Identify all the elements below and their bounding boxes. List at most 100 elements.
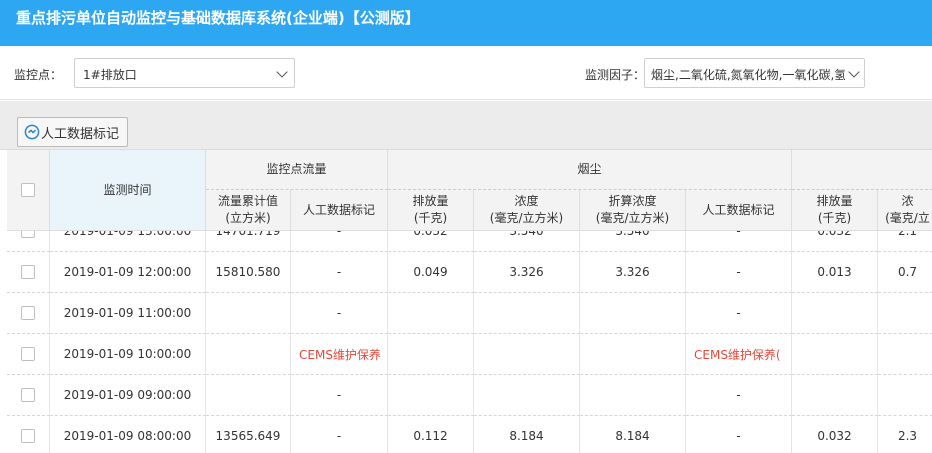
row-checkbox[interactable] (21, 306, 35, 320)
chevron-down-icon (276, 66, 288, 78)
monitor-point-label: 监控点： (14, 68, 63, 82)
table-cell-conv (580, 375, 686, 416)
header-conv-conc: 折算浓度 (毫克/立方米) (580, 190, 686, 231)
table-cell-flow: 15810.580 (206, 252, 291, 293)
table-cell-mark2: - (686, 375, 792, 416)
header-conc2: 浓 (毫克/立 (878, 190, 932, 231)
table-cell-emission (388, 334, 474, 375)
table-cell-time: 2019-01-09 10:00:00 (50, 334, 206, 375)
cell-value: - (336, 388, 342, 402)
table-cell-mark1: - (291, 416, 388, 453)
row-checkbox-cell (7, 252, 50, 293)
header-label-line: (千克) (817, 211, 852, 225)
monitor-factor-label: 监测因子： (585, 68, 646, 82)
app-header: 重点排污单位自动监控与基础数据库系统(企业端)【公测版】 (0, 0, 932, 46)
header-label-line: (毫克/立方米) (489, 211, 564, 225)
header-group-flow: 监控点流量 (206, 150, 388, 190)
data-grid: 2019-01-09 13:00:00 14701.719-0.032 3.540 3… (7, 150, 932, 453)
manual-data-mark-button[interactable]: 人工数据标记 (17, 117, 128, 147)
cell-value: 2019-01-09 09:00:00 (63, 388, 192, 402)
row-checkbox[interactable] (21, 429, 35, 443)
monitor-factor-select[interactable]: 烟尘,二氧化硫,氮氧化物,一氧化碳,氢 (644, 58, 865, 88)
table-cell-emission: 0.049 (388, 252, 474, 293)
table-cell-conc (474, 334, 580, 375)
header-flow-total: 流量累计值 (立方米) (206, 190, 291, 231)
table-cell-conc2 (878, 375, 932, 416)
cell-value: CEMS维护保养( (694, 347, 781, 362)
table-cell-mark2: - (686, 252, 792, 293)
table-cell-mark1: - (291, 375, 388, 416)
table-cell-emission2: 0.013 (792, 252, 878, 293)
row-checkbox-cell (7, 375, 50, 416)
chevron-down-icon (848, 66, 860, 78)
header-label-line: (毫克/立 (885, 211, 930, 225)
header-label-line: (立方米) (225, 211, 271, 225)
table-cell-emission2 (792, 375, 878, 416)
table-cell-time: 2019-01-09 08:00:00 (50, 416, 206, 453)
cell-value: - (736, 429, 741, 443)
monitor-point-select[interactable]: 1#排放口 (74, 58, 295, 88)
table-cell-time: 2019-01-09 09:00:00 (50, 375, 206, 416)
table-cell-conc2 (878, 334, 932, 375)
row-checkbox-cell (7, 334, 50, 375)
cell-value: 0.013 (817, 265, 852, 279)
monitor-point-value: 1#排放口 (83, 68, 137, 82)
cell-value: 2019-01-09 12:00:00 (63, 265, 192, 279)
header-group-next (792, 150, 932, 190)
table-cell-emission2: 0.032 (792, 416, 878, 453)
table-cell-flow (206, 375, 291, 416)
header-emission2: 排放量 (千克) (792, 190, 878, 231)
header-monitor-time: 监测时间 (50, 150, 206, 231)
header-conc: 浓度 (毫克/立方米) (474, 190, 580, 231)
table-cell-mark2: - (686, 293, 792, 334)
cell-value: 2019-01-09 11:00:00 (63, 306, 192, 320)
header-label-line: 浓 (901, 194, 914, 208)
table-cell-flow: 13565.649 (206, 416, 291, 453)
table-cell-conc (474, 375, 580, 416)
row-checkbox[interactable] (21, 265, 35, 279)
header-emission: 排放量 (千克) (388, 190, 474, 231)
app-title: 重点排污单位自动监控与基础数据库系统(企业端)【公测版】 (16, 9, 420, 27)
header-label: 监控点流量 (266, 162, 327, 176)
table-cell-mark1: CEMS维护保养 (291, 334, 388, 375)
table-cell-conc: 3.326 (474, 252, 580, 293)
cell-value: 0.032 (817, 429, 852, 443)
chart-circle-icon (24, 124, 40, 140)
header-group-dust: 烟尘 (388, 150, 792, 190)
table-cell-mark1: - (291, 293, 388, 334)
cell-value: 2.3 (897, 429, 918, 443)
header-manual-mark: 人工数据标记 (291, 190, 388, 231)
header-label-line: 折算浓度 (608, 194, 657, 208)
header-label-line: 排放量 (816, 194, 853, 208)
cell-value: CEMS维护保养 (299, 347, 381, 362)
row-checkbox[interactable] (21, 347, 35, 361)
header-label-line: 人工数据标记 (702, 202, 775, 217)
table-cell-conc2: 0.7 (878, 252, 932, 293)
table-cell-emission (388, 293, 474, 334)
table-cell-mark1: - (291, 252, 388, 293)
table-cell-mark2: CEMS维护保养( (686, 334, 792, 375)
header-select-all-cell (7, 150, 50, 231)
header-label-line: 排放量 (412, 194, 449, 208)
row-checkbox[interactable] (21, 388, 35, 402)
header-label-line: 浓度 (514, 194, 539, 208)
table-cell-emission2 (792, 293, 878, 334)
table-cell-flow (206, 293, 291, 334)
cell-value: 0.049 (413, 265, 448, 279)
select-all-checkbox[interactable] (21, 183, 35, 197)
cell-value: 2019-01-09 08:00:00 (63, 429, 192, 443)
table-cell-mark2: - (686, 416, 792, 453)
header-label-line: 人工数据标记 (302, 202, 375, 217)
cell-value: - (736, 265, 741, 279)
cell-value: - (336, 265, 342, 279)
table-cell-emission: 0.112 (388, 416, 474, 453)
table-cell-time: 2019-01-09 12:00:00 (50, 252, 206, 293)
table-cell-conc (474, 293, 580, 334)
header-label: 监测时间 (103, 182, 152, 197)
toolbar: 人工数据标记 (0, 101, 932, 150)
header-manual-mark: 人工数据标记 (686, 190, 792, 231)
header-label-line: 流量累计值 (217, 194, 278, 208)
table-cell-conv: 3.326 (580, 252, 686, 293)
table-cell-conc2 (878, 293, 932, 334)
cell-value: 0.112 (413, 429, 448, 443)
